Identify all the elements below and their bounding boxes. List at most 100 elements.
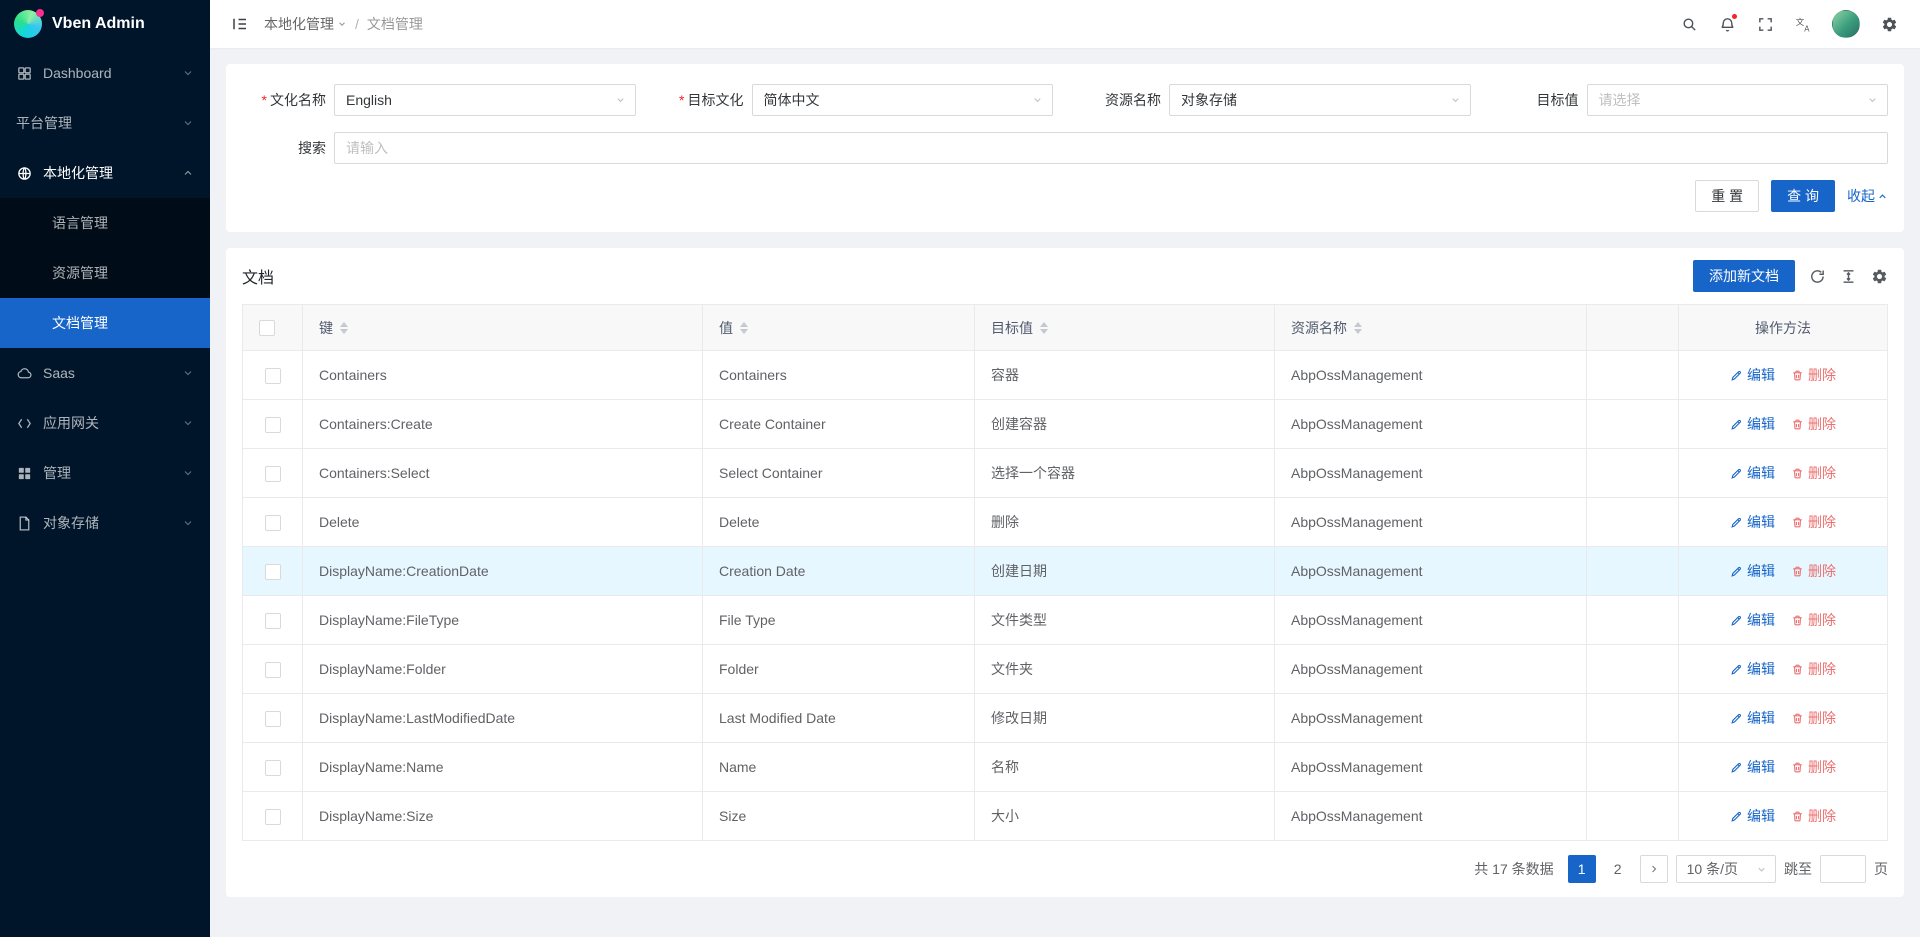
sort-icon[interactable] [1040, 322, 1048, 334]
cell-target-value: 创建容器 [975, 400, 1275, 449]
delete-button[interactable]: 删除 [1791, 463, 1836, 483]
delete-button[interactable]: 删除 [1791, 365, 1836, 385]
cloud-icon [16, 365, 33, 382]
row-checkbox[interactable] [265, 760, 281, 776]
settings-gear-icon[interactable] [1870, 0, 1908, 48]
next-page-button[interactable] [1640, 855, 1668, 883]
table-row[interactable]: Containers:Create Create Container 创建容器 … [243, 400, 1888, 449]
column-header-value[interactable]: 值 [703, 305, 975, 351]
edit-button[interactable]: 编辑 [1730, 463, 1775, 483]
culture-name-select[interactable]: English [334, 84, 636, 116]
resource-name-select[interactable]: 对象存储 [1169, 84, 1471, 116]
avatar[interactable] [1832, 10, 1860, 38]
table-row[interactable]: DisplayName:CreationDate Creation Date 创… [243, 547, 1888, 596]
edit-button[interactable]: 编辑 [1730, 512, 1775, 532]
row-checkbox[interactable] [265, 368, 281, 384]
sidebar-item-dashboard[interactable]: Dashboard [0, 48, 210, 98]
sidebar-item-language-management[interactable]: 语言管理 [0, 198, 210, 248]
jump-page-input[interactable] [1820, 855, 1866, 883]
sidebar-item-platform[interactable]: 平台管理 [0, 98, 210, 148]
chevron-down-icon [1756, 864, 1767, 875]
row-checkbox[interactable] [265, 564, 281, 580]
cell-actions: 编辑 删除 [1679, 449, 1888, 498]
page-button-1[interactable]: 1 [1568, 855, 1596, 883]
sidebar-item-object-storage[interactable]: 对象存储 [0, 498, 210, 548]
edit-button[interactable]: 编辑 [1730, 708, 1775, 728]
page-size-select[interactable]: 10 条/页 [1676, 855, 1776, 883]
table-row[interactable]: DisplayName:Folder Folder 文件夹 AbpOssMana… [243, 645, 1888, 694]
row-height-icon[interactable] [1840, 268, 1857, 285]
search-icon[interactable] [1670, 0, 1708, 48]
sort-icon[interactable] [1354, 322, 1362, 334]
edit-button[interactable]: 编辑 [1730, 757, 1775, 777]
sidebar-item-saas[interactable]: Saas [0, 348, 210, 398]
row-checkbox[interactable] [265, 711, 281, 727]
row-checkbox[interactable] [265, 613, 281, 629]
sidebar-item-document-management[interactable]: 文档管理 [0, 298, 210, 348]
edit-button[interactable]: 编辑 [1730, 365, 1775, 385]
delete-button[interactable]: 删除 [1791, 610, 1836, 630]
table-row[interactable]: Containers:Select Select Container 选择一个容… [243, 449, 1888, 498]
delete-button[interactable]: 删除 [1791, 806, 1836, 826]
table-wrap: 键 值 目标值 资源名 [226, 304, 1904, 841]
select-all-checkbox[interactable] [259, 320, 275, 336]
sidebar-item-gateway[interactable]: 应用网关 [0, 398, 210, 448]
row-checkbox[interactable] [265, 515, 281, 531]
delete-button[interactable]: 删除 [1791, 414, 1836, 434]
row-checkbox[interactable] [265, 466, 281, 482]
trash-icon [1791, 614, 1804, 627]
row-checkbox[interactable] [265, 662, 281, 678]
edit-button[interactable]: 编辑 [1730, 414, 1775, 434]
table-row[interactable]: DisplayName:LastModifiedDate Last Modifi… [243, 694, 1888, 743]
reset-button[interactable]: 重 置 [1695, 180, 1759, 212]
sidebar-item-resource-management[interactable]: 资源管理 [0, 248, 210, 298]
cell-target-value: 创建日期 [975, 547, 1275, 596]
column-header-target[interactable]: 目标值 [975, 305, 1275, 351]
edit-label: 编辑 [1747, 708, 1775, 728]
query-button[interactable]: 查 询 [1771, 180, 1835, 212]
svg-text:A: A [1804, 24, 1810, 32]
row-checkbox[interactable] [265, 417, 281, 433]
fullscreen-icon[interactable] [1746, 0, 1784, 48]
target-value-select[interactable]: 请选择 [1587, 84, 1889, 116]
column-settings-gear-icon[interactable] [1871, 268, 1888, 285]
breadcrumb-parent[interactable]: 本地化管理 [264, 14, 347, 34]
table-row[interactable]: DisplayName:Name Name 名称 AbpOssManagemen… [243, 743, 1888, 792]
sidebar-item-localization[interactable]: 本地化管理 [0, 148, 210, 198]
bell-icon[interactable] [1708, 0, 1746, 48]
delete-label: 删除 [1808, 806, 1836, 826]
add-document-button[interactable]: 添加新文档 [1693, 260, 1795, 292]
row-checkbox[interactable] [265, 809, 281, 825]
delete-button[interactable]: 删除 [1791, 757, 1836, 777]
delete-button[interactable]: 删除 [1791, 561, 1836, 581]
table-row[interactable]: Containers Containers 容器 AbpOssManagemen… [243, 351, 1888, 400]
edit-label: 编辑 [1747, 512, 1775, 532]
translate-icon[interactable]: 文A [1784, 0, 1822, 48]
column-header-key[interactable]: 键 [303, 305, 703, 351]
delete-button[interactable]: 删除 [1791, 659, 1836, 679]
edit-button[interactable]: 编辑 [1730, 806, 1775, 826]
sort-icon[interactable] [340, 322, 348, 334]
search-input[interactable] [334, 132, 1888, 164]
trash-icon [1791, 369, 1804, 382]
target-culture-select[interactable]: 简体中文 [752, 84, 1054, 116]
cell-resource-name: AbpOssManagement [1275, 792, 1587, 841]
field-resource-name: 资源名称 对象存储 [1077, 84, 1471, 116]
page-button-2[interactable]: 2 [1604, 855, 1632, 883]
edit-button[interactable]: 编辑 [1730, 610, 1775, 630]
logo[interactable]: Vben Admin [0, 0, 210, 48]
chevron-up-icon [182, 167, 194, 179]
sort-icon[interactable] [740, 322, 748, 334]
column-header-resource[interactable]: 资源名称 [1275, 305, 1587, 351]
sidebar-item-management[interactable]: 管理 [0, 448, 210, 498]
menu-fold-icon[interactable] [224, 8, 256, 40]
table-row[interactable]: DisplayName:FileType File Type 文件类型 AbpO… [243, 596, 1888, 645]
collapse-link[interactable]: 收起 [1847, 186, 1888, 206]
edit-button[interactable]: 编辑 [1730, 659, 1775, 679]
edit-button[interactable]: 编辑 [1730, 561, 1775, 581]
delete-button[interactable]: 删除 [1791, 708, 1836, 728]
table-row[interactable]: Delete Delete 删除 AbpOssManagement 编辑 删除 [243, 498, 1888, 547]
table-row[interactable]: DisplayName:Size Size 大小 AbpOssManagemen… [243, 792, 1888, 841]
refresh-icon[interactable] [1809, 268, 1826, 285]
delete-button[interactable]: 删除 [1791, 512, 1836, 532]
